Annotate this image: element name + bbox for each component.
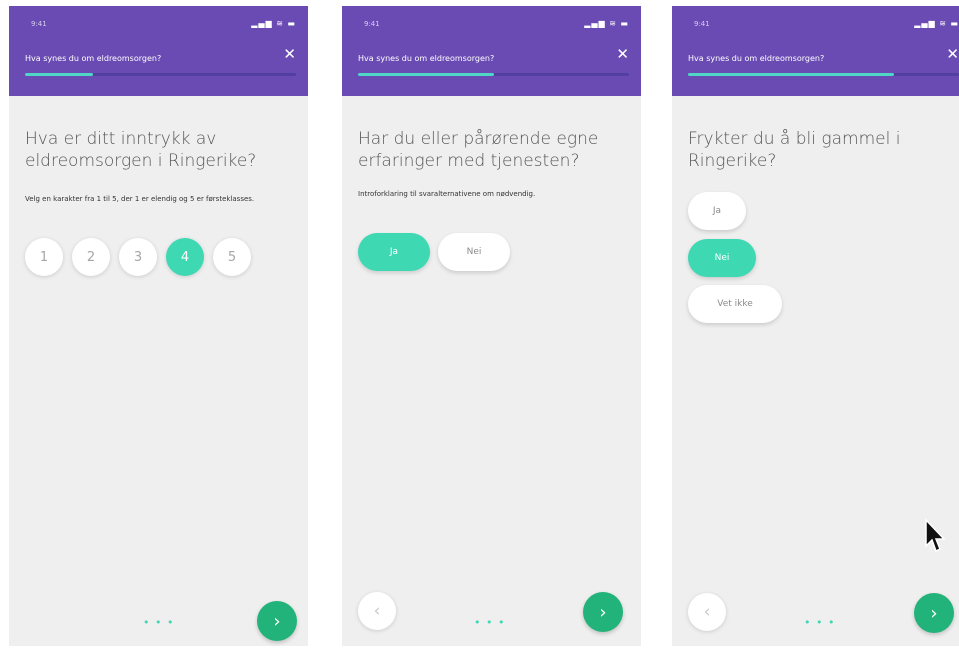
progress-fill: [25, 73, 93, 76]
progress-fill: [358, 73, 494, 76]
next-button[interactable]: ›: [583, 592, 623, 632]
survey-header: 9:41 ▂▄▆ ≋ ▬ Hva synes du om eldreomsorg…: [342, 6, 641, 96]
status-icons: ▂▄▆ ≋ ▬: [251, 19, 296, 28]
progress-bar: [358, 73, 629, 76]
survey-header: 9:41 ▂▄▆ ≋ ▬ Hva synes du om eldreomsorg…: [672, 6, 959, 96]
close-icon[interactable]: ✕: [946, 47, 959, 62]
survey-screen-rating: 9:41 ▂▄▆ ≋ ▬ Hva synes du om eldreomsorg…: [9, 6, 308, 646]
answer-option-ja[interactable]: Ja: [358, 233, 430, 271]
close-icon[interactable]: ✕: [283, 47, 296, 62]
chevron-right-icon: ›: [930, 602, 938, 624]
header-title: Hva synes du om eldreomsorgen?: [688, 54, 825, 63]
status-time: 9:41: [364, 20, 380, 28]
chevron-left-icon: ‹: [703, 602, 711, 622]
chevron-right-icon: ›: [599, 601, 607, 623]
survey-screen-fear: 9:41 ▂▄▆ ≋ ▬ Hva synes du om eldreomsorg…: [672, 6, 959, 646]
helper-text: Velg en karakter fra 1 til 5, der 1 er e…: [25, 195, 255, 203]
progress-bar: [25, 73, 296, 76]
chevron-right-icon: ›: [273, 610, 281, 632]
rating-option-3[interactable]: 3: [119, 238, 157, 276]
page-indicator: • • •: [474, 616, 506, 629]
survey-screen-experience: 9:41 ▂▄▆ ≋ ▬ Hva synes du om eldreomsorg…: [342, 6, 641, 646]
answer-option-vet-ikke[interactable]: Vet ikke: [688, 285, 782, 323]
progress-fill: [688, 73, 894, 76]
rating-option-1[interactable]: 1: [25, 238, 63, 276]
rating-option-4[interactable]: 4: [166, 238, 204, 276]
page-indicator: • • •: [804, 616, 836, 629]
mouse-pointer-icon: [925, 518, 946, 553]
rating-option-2[interactable]: 2: [72, 238, 110, 276]
next-button[interactable]: ›: [914, 593, 954, 633]
status-time: 9:41: [31, 20, 47, 28]
header-title: Hva synes du om eldreomsorgen?: [25, 54, 162, 63]
rating-scale: 1 2 3 4 5: [25, 238, 251, 278]
status-time: 9:41: [694, 20, 710, 28]
progress-bar: [688, 73, 959, 76]
back-button[interactable]: ‹: [688, 593, 726, 631]
answer-option-ja[interactable]: Ja: [688, 192, 746, 230]
back-button[interactable]: ‹: [358, 592, 396, 630]
question-text: Hva er ditt inntrykk av eldreomsorgen i …: [25, 129, 257, 171]
answer-option-nei[interactable]: Nei: [438, 233, 510, 271]
chevron-left-icon: ‹: [373, 601, 381, 621]
question-text: Har du eller pårørende egne erfaringer m…: [358, 129, 599, 171]
next-button[interactable]: ›: [257, 601, 297, 641]
answer-option-nei[interactable]: Nei: [688, 239, 756, 277]
status-icons: ▂▄▆ ≋ ▬: [914, 19, 959, 28]
header-title: Hva synes du om eldreomsorgen?: [358, 54, 495, 63]
close-icon[interactable]: ✕: [616, 47, 629, 62]
question-text: Frykter du å bli gammel i Ringerike?: [688, 129, 901, 171]
page-indicator: • • •: [143, 616, 175, 629]
helper-text: Introforklaring til svaralternativene om…: [358, 190, 536, 198]
survey-header: 9:41 ▂▄▆ ≋ ▬ Hva synes du om eldreomsorg…: [9, 6, 308, 96]
rating-option-5[interactable]: 5: [213, 238, 251, 276]
status-icons: ▂▄▆ ≋ ▬: [584, 19, 629, 28]
